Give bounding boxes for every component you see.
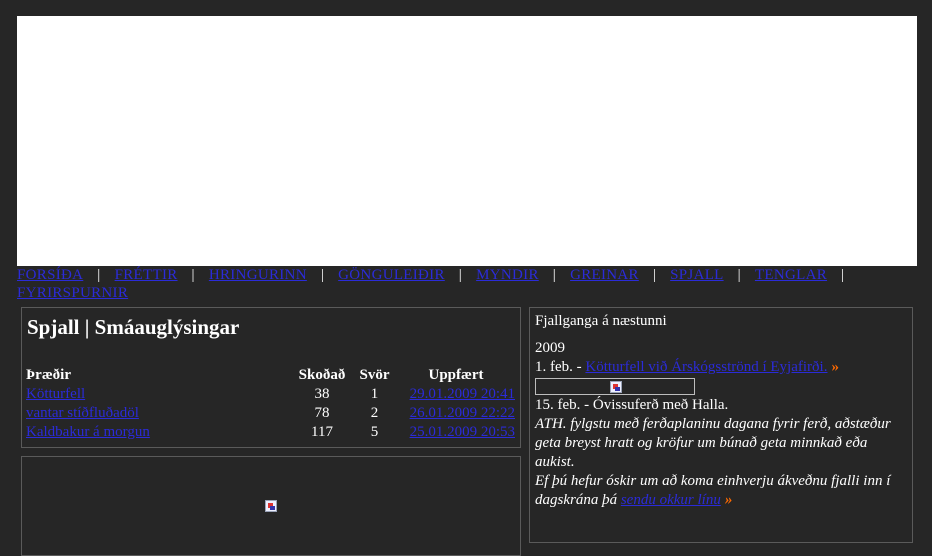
- nav-separator: |: [841, 267, 845, 283]
- replies-count: 2: [370, 405, 379, 421]
- nav-separator: |: [320, 267, 325, 283]
- event-item: 15. feb. - Óvissuferð með Halla.: [535, 397, 729, 413]
- nav-separator: |: [97, 267, 101, 283]
- event-date: 1. feb. -: [535, 359, 582, 375]
- header-views: Skoðað: [298, 367, 346, 383]
- forum-panel: Spjall | Smáauglýsingar Þræðir Skoðað Sv…: [21, 307, 521, 448]
- nav-link-fyrirspurnir[interactable]: FYRIRSPURNIR: [17, 285, 128, 301]
- double-arrow-icon: »: [724, 492, 733, 508]
- forum-title: Spjall | Smáauglýsingar: [27, 315, 240, 339]
- nav-link-forsida[interactable]: FORSÍÐA: [17, 267, 83, 283]
- contact-note: Ef þú hefur óskir um að koma einhverju á…: [535, 472, 910, 510]
- double-arrow-icon: »: [831, 359, 839, 375]
- forum-header-row: Þræðir Skoðað Svör Uppfært: [26, 366, 515, 385]
- upcoming-heading: Fjallganga á næstunni: [535, 313, 667, 329]
- table-row: Kaldbakur á morgun 117 5 25.01.2009 20:5…: [26, 423, 515, 442]
- header-replies: Svör: [359, 367, 390, 383]
- thread-link[interactable]: Kaldbakur á morgun: [26, 424, 150, 440]
- nav-separator: |: [737, 267, 741, 283]
- updated-link[interactable]: 25.01.2009 20:53: [410, 424, 515, 440]
- nav-link-frettir[interactable]: FRÉTTIR: [115, 267, 178, 283]
- nav-link-tenglar[interactable]: TENGLAR: [755, 267, 827, 283]
- year-label: 2009: [535, 340, 565, 356]
- image-panel: [21, 456, 521, 556]
- table-row: Kötturfell 38 1 29.01.2009 20:41: [26, 385, 515, 404]
- note-text: ATH. fylgstu með ferðaplaninu dagana fyr…: [535, 416, 891, 470]
- main-nav: FORSÍÐA | FRÉTTIR | HRINGURINN | GÖNGULEIÐIR | M…: [17, 266, 917, 302]
- upcoming-hikes-panel: Fjallganga á næstunni 2009 1. feb. - Köt…: [529, 307, 913, 543]
- nav-separator: |: [552, 267, 557, 283]
- thread-link[interactable]: vantar stíðfluðadöl: [26, 405, 139, 421]
- header-updated: Uppfært: [428, 367, 484, 383]
- forum-table: Þræðir Skoðað Svör Uppfært Kötturfell 38…: [26, 366, 515, 442]
- event-item: 1. feb. - Kötturfell við Árskógsströnd í…: [535, 358, 910, 377]
- nav-link-spjall[interactable]: SPJALL: [670, 267, 723, 283]
- nav-separator: |: [458, 267, 463, 283]
- updated-link[interactable]: 29.01.2009 20:41: [410, 386, 515, 402]
- nav-link-hringurinn[interactable]: HRINGURINN: [209, 267, 307, 283]
- nav-separator: |: [191, 267, 195, 283]
- nav-link-greinar[interactable]: GREINAR: [570, 267, 639, 283]
- contact-link[interactable]: sendu okkur línu: [621, 492, 721, 508]
- views-count: 117: [311, 424, 333, 440]
- nav-link-gongulei[interactable]: GÖNGULEIÐIR: [338, 267, 445, 283]
- broken-image-icon: [610, 381, 622, 393]
- event-link[interactable]: Kötturfell við Árskógsströnd í Eyjafirði…: [585, 359, 827, 375]
- broken-image-icon: [265, 500, 277, 512]
- views-count: 38: [314, 386, 330, 402]
- replies-count: 1: [370, 386, 379, 402]
- thread-link[interactable]: Kötturfell: [26, 386, 85, 402]
- event-image: [535, 378, 695, 395]
- nav-link-myndir[interactable]: MYNDIR: [476, 267, 539, 283]
- replies-count: 5: [370, 424, 379, 440]
- header-banner: [17, 16, 917, 266]
- table-row: vantar stíðfluðadöl 78 2 26.01.2009 22:2…: [26, 404, 515, 423]
- nav-separator: |: [652, 267, 657, 283]
- updated-link[interactable]: 26.01.2009 22:22: [410, 405, 515, 421]
- header-threads: Þræðir: [26, 367, 71, 383]
- views-count: 78: [314, 405, 330, 421]
